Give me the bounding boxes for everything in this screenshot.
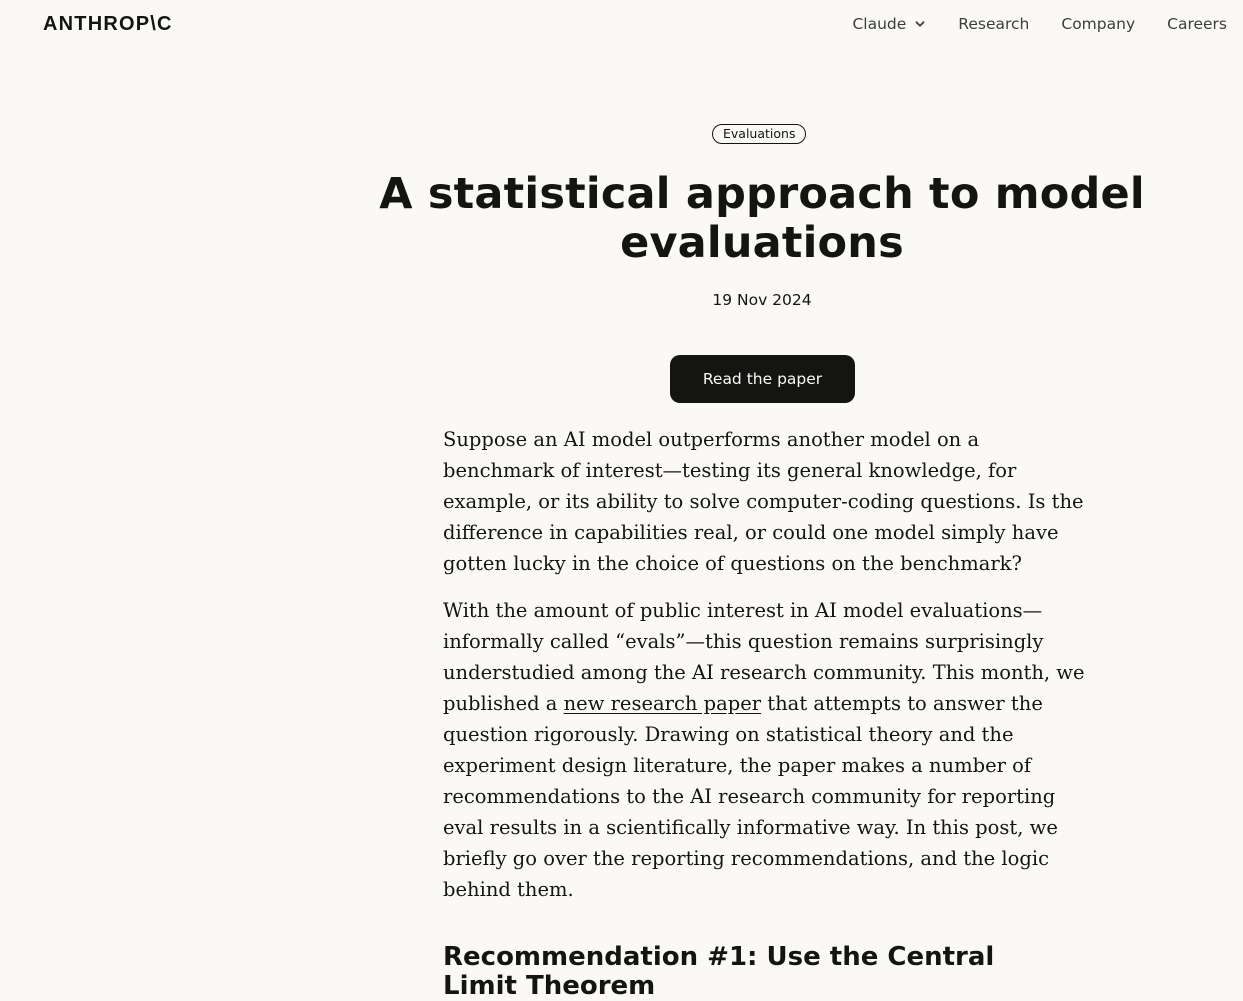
site-header: ANTHROP\C Claude Research Company Career… (0, 0, 1243, 50)
chevron-down-icon (915, 21, 925, 27)
anthropic-logo[interactable]: ANTHROP\C (43, 12, 173, 36)
intro-paragraph: Suppose an AI model outperforms another … (443, 428, 1084, 575)
section-heading: Recommendation #1: Use the Central Limit… (443, 942, 995, 1001)
read-paper-button[interactable]: Read the paper (670, 355, 855, 403)
nav-careers[interactable]: Careers (1167, 13, 1227, 35)
nav-company[interactable]: Company (1061, 13, 1135, 35)
second-paragraph: With the amount of public interest in AI… (443, 595, 1093, 905)
paragraph-text: that attempts to answer the question rig… (443, 692, 1058, 901)
article-title: A statistical approach to model evaluati… (379, 169, 1145, 268)
nav-claude-label: Claude (852, 15, 907, 33)
nav-research[interactable]: Research (958, 13, 1029, 35)
research-paper-link[interactable]: new research paper (564, 692, 761, 715)
article-body: Suppose an AI model outperforms another … (443, 424, 1093, 1001)
main-nav: Claude Research Company Careers (852, 13, 1227, 35)
nav-claude-dropdown[interactable]: Claude (852, 13, 926, 35)
publish-date: 19 Nov 2024 (712, 291, 812, 309)
category-tag[interactable]: Evaluations (712, 124, 807, 144)
